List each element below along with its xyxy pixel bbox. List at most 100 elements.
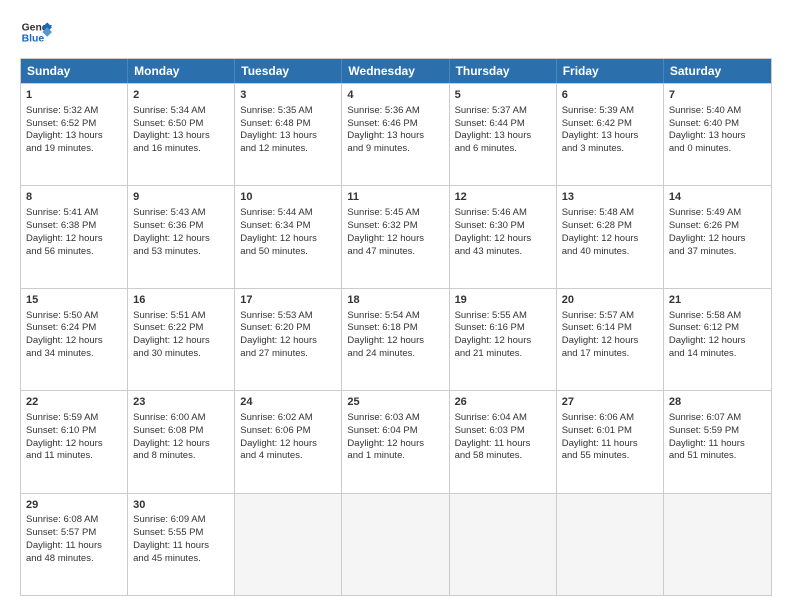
day-info-line: Sunrise: 5:59 AM xyxy=(26,412,122,425)
day-info-line: Sunrise: 5:51 AM xyxy=(133,310,229,323)
day-number: 14 xyxy=(669,190,766,205)
day-info-line: and 3 minutes. xyxy=(562,143,658,156)
day-info-line: Daylight: 13 hours xyxy=(347,130,443,143)
day-info-line: Sunset: 6:04 PM xyxy=(347,425,443,438)
day-number: 8 xyxy=(26,190,122,205)
day-number: 10 xyxy=(240,190,336,205)
day-info-line: Daylight: 11 hours xyxy=(455,438,551,451)
day-info-line: Daylight: 12 hours xyxy=(347,438,443,451)
calendar-header: SundayMondayTuesdayWednesdayThursdayFrid… xyxy=(21,59,771,83)
day-info-line: and 11 minutes. xyxy=(26,450,122,463)
day-info-line: Sunset: 6:34 PM xyxy=(240,220,336,233)
day-number: 28 xyxy=(669,395,766,410)
header-day-monday: Monday xyxy=(128,59,235,83)
day-cell-11: 11Sunrise: 5:45 AMSunset: 6:32 PMDayligh… xyxy=(342,186,449,287)
day-info-line: Daylight: 12 hours xyxy=(347,233,443,246)
day-info-line: Sunset: 6:36 PM xyxy=(133,220,229,233)
day-info-line: and 16 minutes. xyxy=(133,143,229,156)
day-info-line: Sunrise: 5:39 AM xyxy=(562,105,658,118)
day-info-line: Daylight: 12 hours xyxy=(455,233,551,246)
day-info-line: Sunrise: 6:03 AM xyxy=(347,412,443,425)
empty-cell xyxy=(664,494,771,595)
day-info-line: Daylight: 11 hours xyxy=(26,540,122,553)
day-cell-20: 20Sunrise: 5:57 AMSunset: 6:14 PMDayligh… xyxy=(557,289,664,390)
day-info-line: Sunset: 6:22 PM xyxy=(133,322,229,335)
day-info-line: Sunrise: 5:32 AM xyxy=(26,105,122,118)
empty-cell xyxy=(342,494,449,595)
day-info-line: Daylight: 13 hours xyxy=(669,130,766,143)
day-cell-27: 27Sunrise: 6:06 AMSunset: 6:01 PMDayligh… xyxy=(557,391,664,492)
day-info-line: Daylight: 13 hours xyxy=(240,130,336,143)
day-info-line: Daylight: 12 hours xyxy=(133,335,229,348)
day-info-line: and 0 minutes. xyxy=(669,143,766,156)
day-info-line: Sunset: 6:14 PM xyxy=(562,322,658,335)
day-info-line: Sunset: 6:30 PM xyxy=(455,220,551,233)
day-info-line: and 43 minutes. xyxy=(455,246,551,259)
day-cell-26: 26 Sunrise: 6:04 AMSunset: 6:03 PMDayligh… xyxy=(450,391,557,492)
day-info-line: Daylight: 13 hours xyxy=(133,130,229,143)
day-info-line: Sunset: 6:03 PM xyxy=(455,425,551,438)
day-info-line: Sunset: 6:40 PM xyxy=(669,118,766,131)
day-info-line: Sunrise: 6:02 AM xyxy=(240,412,336,425)
day-info-line: Daylight: 13 hours xyxy=(455,130,551,143)
day-info-line: Daylight: 12 hours xyxy=(26,233,122,246)
day-cell-4: 4Sunrise: 5:36 AMSunset: 6:46 PMDaylight… xyxy=(342,84,449,185)
day-number: 26 xyxy=(455,395,551,410)
day-info-line: Sunrise: 6:09 AM xyxy=(133,514,229,527)
day-info-line: Sunset: 6:32 PM xyxy=(347,220,443,233)
day-info-line: Sunset: 6:01 PM xyxy=(562,425,658,438)
day-info-line: and 4 minutes. xyxy=(240,450,336,463)
day-cell-3: 3Sunrise: 5:35 AMSunset: 6:48 PMDaylight… xyxy=(235,84,342,185)
day-info-line: and 27 minutes. xyxy=(240,348,336,361)
day-info-line: Daylight: 11 hours xyxy=(133,540,229,553)
day-number: 3 xyxy=(240,88,336,103)
day-info-line: Sunrise: 6:08 AM xyxy=(26,514,122,527)
day-info-line: Sunrise: 6:04 AM xyxy=(455,412,551,425)
day-info-line: and 8 minutes. xyxy=(133,450,229,463)
calendar-row-3: 22Sunrise: 5:59 AMSunset: 6:10 PMDayligh… xyxy=(21,390,771,492)
calendar-row-1: 8Sunrise: 5:41 AMSunset: 6:38 PMDaylight… xyxy=(21,185,771,287)
day-info-line: Daylight: 12 hours xyxy=(455,335,551,348)
day-info-line: Sunset: 6:46 PM xyxy=(347,118,443,131)
day-cell-15: 15Sunrise: 5:50 AMSunset: 6:24 PMDayligh… xyxy=(21,289,128,390)
day-info-line: Daylight: 12 hours xyxy=(562,335,658,348)
header-day-friday: Friday xyxy=(557,59,664,83)
calendar-row-4: 29Sunrise: 6:08 AMSunset: 5:57 PMDayligh… xyxy=(21,493,771,595)
day-number: 24 xyxy=(240,395,336,410)
calendar: SundayMondayTuesdayWednesdayThursdayFrid… xyxy=(20,58,772,596)
day-info-line: Sunset: 6:50 PM xyxy=(133,118,229,131)
day-number: 13 xyxy=(562,190,658,205)
day-info-line: Sunrise: 5:58 AM xyxy=(669,310,766,323)
day-cell-7: 7Sunrise: 5:40 AMSunset: 6:40 PMDaylight… xyxy=(664,84,771,185)
day-info-line: Sunset: 6:24 PM xyxy=(26,322,122,335)
day-info-line: Sunset: 6:16 PM xyxy=(455,322,551,335)
header-day-sunday: Sunday xyxy=(21,59,128,83)
header-day-saturday: Saturday xyxy=(664,59,771,83)
day-info-line: and 40 minutes. xyxy=(562,246,658,259)
day-info-line: and 24 minutes. xyxy=(347,348,443,361)
day-cell-25: 25Sunrise: 6:03 AMSunset: 6:04 PMDayligh… xyxy=(342,391,449,492)
day-info-line: Daylight: 12 hours xyxy=(133,438,229,451)
day-number: 4 xyxy=(347,88,443,103)
day-info-line: Daylight: 12 hours xyxy=(26,335,122,348)
day-number: 30 xyxy=(133,498,229,513)
day-info-line: and 9 minutes. xyxy=(347,143,443,156)
day-info-line: and 34 minutes. xyxy=(26,348,122,361)
day-info-line: and 55 minutes. xyxy=(562,450,658,463)
empty-cell xyxy=(557,494,664,595)
day-cell-13: 13Sunrise: 5:48 AMSunset: 6:28 PMDayligh… xyxy=(557,186,664,287)
day-info-line: Sunset: 6:12 PM xyxy=(669,322,766,335)
calendar-row-0: 1Sunrise: 5:32 AMSunset: 6:52 PMDaylight… xyxy=(21,83,771,185)
day-info-line: Daylight: 12 hours xyxy=(26,438,122,451)
day-number: 19 xyxy=(455,293,551,308)
day-info-line: Sunset: 6:38 PM xyxy=(26,220,122,233)
day-info-line: and 58 minutes. xyxy=(455,450,551,463)
header-day-thursday: Thursday xyxy=(450,59,557,83)
day-cell-6: 6Sunrise: 5:39 AMSunset: 6:42 PMDaylight… xyxy=(557,84,664,185)
day-info-line: and 48 minutes. xyxy=(26,553,122,566)
day-cell-17: 17Sunrise: 5:53 AMSunset: 6:20 PMDayligh… xyxy=(235,289,342,390)
day-info-line: Sunrise: 5:55 AM xyxy=(455,310,551,323)
day-number: 18 xyxy=(347,293,443,308)
day-info-line: and 56 minutes. xyxy=(26,246,122,259)
day-cell-22: 22Sunrise: 5:59 AMSunset: 6:10 PMDayligh… xyxy=(21,391,128,492)
